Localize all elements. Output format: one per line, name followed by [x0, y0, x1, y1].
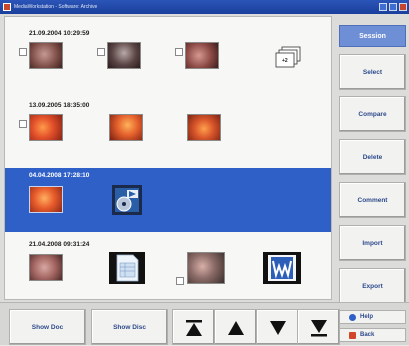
back-arrow-icon	[349, 332, 356, 339]
delete-button[interactable]: Delete	[339, 139, 406, 175]
help-label: Help	[360, 314, 374, 320]
compare-button[interactable]: Compare	[339, 96, 406, 132]
scroll-to-bottom-button[interactable]	[297, 309, 340, 345]
back-label: Back	[360, 332, 375, 338]
window-title: MediaWorkstation - Software: Archive	[14, 4, 98, 10]
minimize-button[interactable]	[379, 3, 387, 11]
session-list: 21.09.2004 10:29:59 +2 13.09.2005 18:35:…	[4, 16, 332, 300]
session-timestamp: 04.04.2008 17:28:10	[29, 172, 90, 179]
comment-button[interactable]: Comment	[339, 182, 406, 218]
session-item[interactable]: 21.09.2004 10:29:59 +2	[5, 17, 331, 90]
title-bar: MediaWorkstation - Software: Archive	[0, 0, 409, 14]
session-timestamp: 21.04.2008 09:31:24	[29, 241, 90, 248]
scroll-to-top-button[interactable]	[172, 309, 215, 345]
word-document-icon[interactable]	[263, 252, 301, 284]
media-thumbnail[interactable]	[29, 186, 63, 213]
media-checkbox[interactable]	[19, 120, 27, 128]
help-button[interactable]: Help	[339, 310, 406, 324]
import-button[interactable]: Import	[339, 225, 406, 261]
show-doc-button[interactable]: Show Doc	[9, 309, 86, 345]
media-checkbox[interactable]	[175, 48, 183, 56]
session-item-selected[interactable]: 04.04.2008 17:28:10	[5, 168, 331, 232]
session-timestamp: 21.09.2004 10:29:59	[29, 30, 90, 37]
scroll-to-top-icon	[186, 320, 202, 336]
app-icon	[3, 3, 11, 11]
media-thumbnail[interactable]	[109, 114, 143, 141]
spreadsheet-document-icon[interactable]	[109, 252, 145, 284]
session-timestamp: 13.09.2005 18:35:00	[29, 102, 90, 109]
arrow-up-icon	[228, 321, 244, 335]
media-thumbnail[interactable]	[29, 114, 63, 141]
media-thumbnail[interactable]	[107, 42, 141, 69]
media-thumbnail[interactable]	[187, 252, 225, 284]
media-thumbnail[interactable]	[29, 42, 63, 69]
media-thumbnail[interactable]	[29, 254, 63, 281]
media-thumbnail[interactable]	[185, 42, 219, 69]
media-thumbnail[interactable]	[187, 114, 221, 141]
maximize-button[interactable]	[389, 3, 397, 11]
media-checkbox[interactable]	[97, 48, 105, 56]
select-button[interactable]: Select	[339, 54, 406, 90]
scroll-to-bottom-icon	[311, 320, 327, 337]
session-item[interactable]: 13.09.2005 18:35:00	[5, 90, 331, 162]
media-checkbox[interactable]	[19, 48, 27, 56]
more-media-icon[interactable]: +2	[273, 46, 303, 72]
video-icon[interactable]	[108, 184, 146, 216]
arrow-down-icon	[270, 321, 286, 335]
export-button[interactable]: Export	[339, 268, 406, 304]
show-disc-button[interactable]: Show Disc	[91, 309, 168, 345]
back-button[interactable]: Back	[339, 328, 406, 342]
scroll-down-button[interactable]	[256, 309, 299, 345]
close-button[interactable]	[399, 3, 407, 11]
session-item[interactable]: 21.04.2008 09:31:24	[5, 232, 331, 299]
help-icon	[349, 314, 356, 321]
more-media-count: +2	[282, 58, 288, 64]
media-checkbox[interactable]	[176, 277, 184, 285]
session-header: Session	[339, 25, 406, 47]
app-window: MediaWorkstation - Software: Archive 21.…	[0, 0, 409, 345]
scroll-up-button[interactable]	[214, 309, 257, 345]
